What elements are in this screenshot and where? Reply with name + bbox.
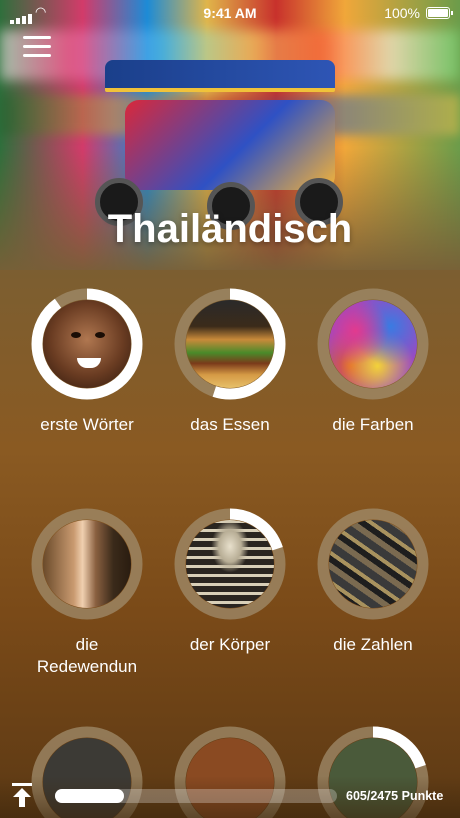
two-people-photo: [43, 520, 131, 608]
category-label: die Farben: [332, 415, 414, 434]
progress-ring: [174, 508, 286, 620]
tuktuk-graphic: [95, 60, 355, 230]
category-die-redewendungen[interactable]: die Redewendun: [17, 508, 157, 678]
burger-fries-photo: [186, 300, 274, 388]
color-powder-photo: [329, 300, 417, 388]
category-das-essen[interactable]: das Essen: [160, 288, 300, 436]
category-die-farben[interactable]: die Farben: [303, 288, 443, 436]
category-label: die Zahlen: [333, 635, 413, 654]
category-der-koerper[interactable]: der Körper: [160, 508, 300, 656]
category-erste-woerter[interactable]: erste Wörter: [17, 288, 157, 436]
skeleton-photo: [186, 520, 274, 608]
category-label: erste Wörter: [40, 415, 134, 434]
upload-arrow-icon[interactable]: [10, 782, 34, 808]
metal-numbers-photo: [329, 520, 417, 608]
category-die-zahlen[interactable]: die Zahlen: [303, 508, 443, 656]
progress-ring: [317, 508, 429, 620]
category-label: das Essen: [190, 415, 270, 434]
progress-ring: [31, 508, 143, 620]
category-label: die Redewendun: [36, 635, 138, 676]
page-title: Thailändisch: [107, 207, 353, 251]
points-progress-fill: [55, 789, 124, 803]
hamburger-icon[interactable]: [23, 36, 51, 58]
battery-percent: 100%: [384, 5, 420, 21]
app-screen: ◠ 9:41 AM 100% Thailändisch erste Wörter…: [0, 0, 460, 818]
points-text: 605/2475 Punkte: [346, 789, 444, 803]
child-face-photo: [43, 300, 131, 388]
category-label: der Körper: [189, 635, 271, 654]
progress-ring: [31, 288, 143, 400]
battery-icon: [426, 7, 453, 19]
points-progress-bar: [55, 789, 337, 803]
status-bar: ◠ 9:41 AM 100%: [0, 0, 460, 26]
progress-ring: [317, 288, 429, 400]
progress-ring: [174, 288, 286, 400]
